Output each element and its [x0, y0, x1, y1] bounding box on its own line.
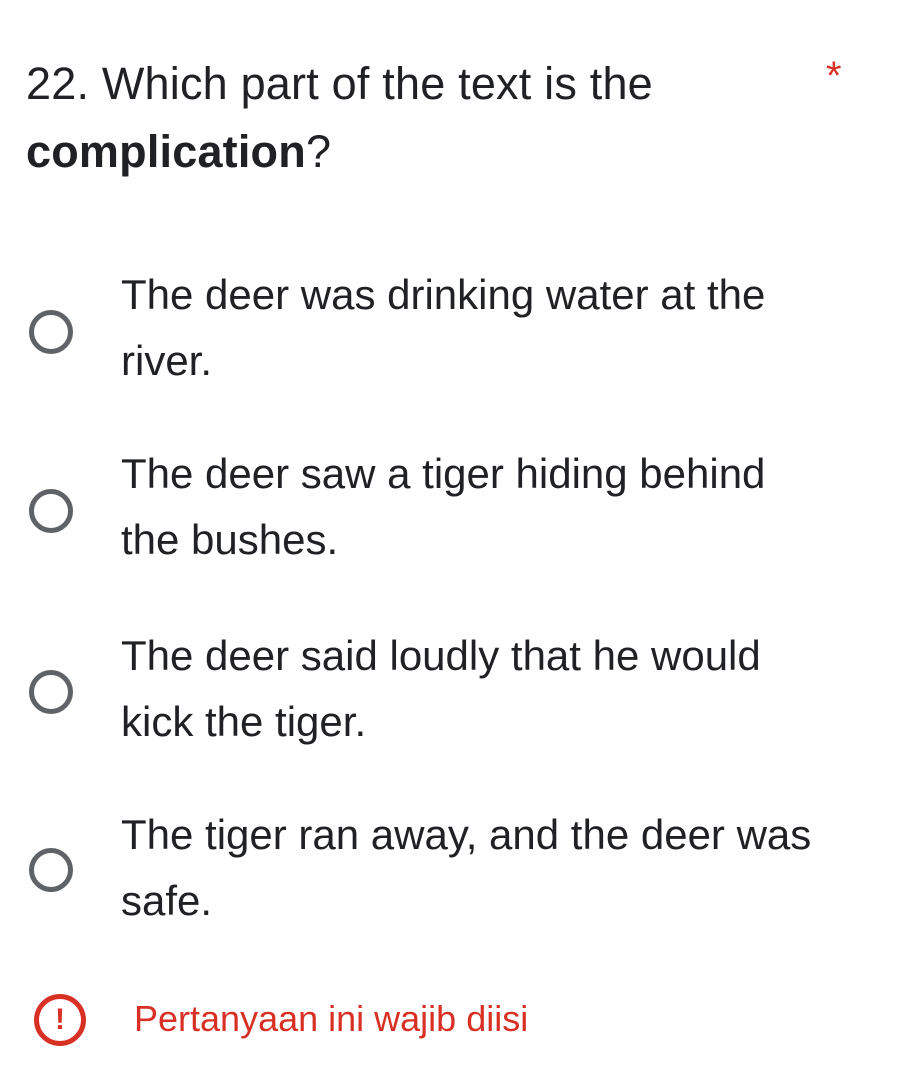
error-exclamation-icon: !: [34, 994, 86, 1046]
option-radio-1[interactable]: The deer was drinking water at the river…: [26, 262, 866, 402]
radio-button-icon[interactable]: [29, 848, 73, 892]
option-radio-4[interactable]: The tiger ran away, and the deer was saf…: [26, 802, 866, 942]
radio-button-icon[interactable]: [29, 670, 73, 714]
question-punctuation: ?: [305, 126, 332, 177]
option-label[interactable]: The deer said loudly that he would kick …: [121, 623, 821, 755]
radio-button-icon[interactable]: [29, 489, 73, 533]
option-label[interactable]: The deer saw a tiger hiding behind the b…: [121, 441, 821, 573]
option-radio-2[interactable]: The deer saw a tiger hiding behind the b…: [26, 441, 866, 581]
question-bold-word: complication: [26, 126, 306, 177]
option-label[interactable]: The deer was drinking water at the river…: [121, 262, 821, 394]
option-label[interactable]: The tiger ran away, and the deer was saf…: [121, 802, 821, 934]
option-radio-3[interactable]: The deer said loudly that he would kick …: [26, 623, 866, 763]
required-asterisk: *: [826, 54, 842, 98]
validation-message: Pertanyaan ini wajib diisi: [134, 998, 529, 1039]
question-text: 22. Which part of the text is the: [26, 58, 653, 109]
question-title: 22. Which part of the text is the compli…: [26, 50, 786, 186]
validation-error: ! Pertanyaan ini wajib diisi: [34, 988, 734, 1052]
radio-button-icon[interactable]: [29, 310, 73, 354]
